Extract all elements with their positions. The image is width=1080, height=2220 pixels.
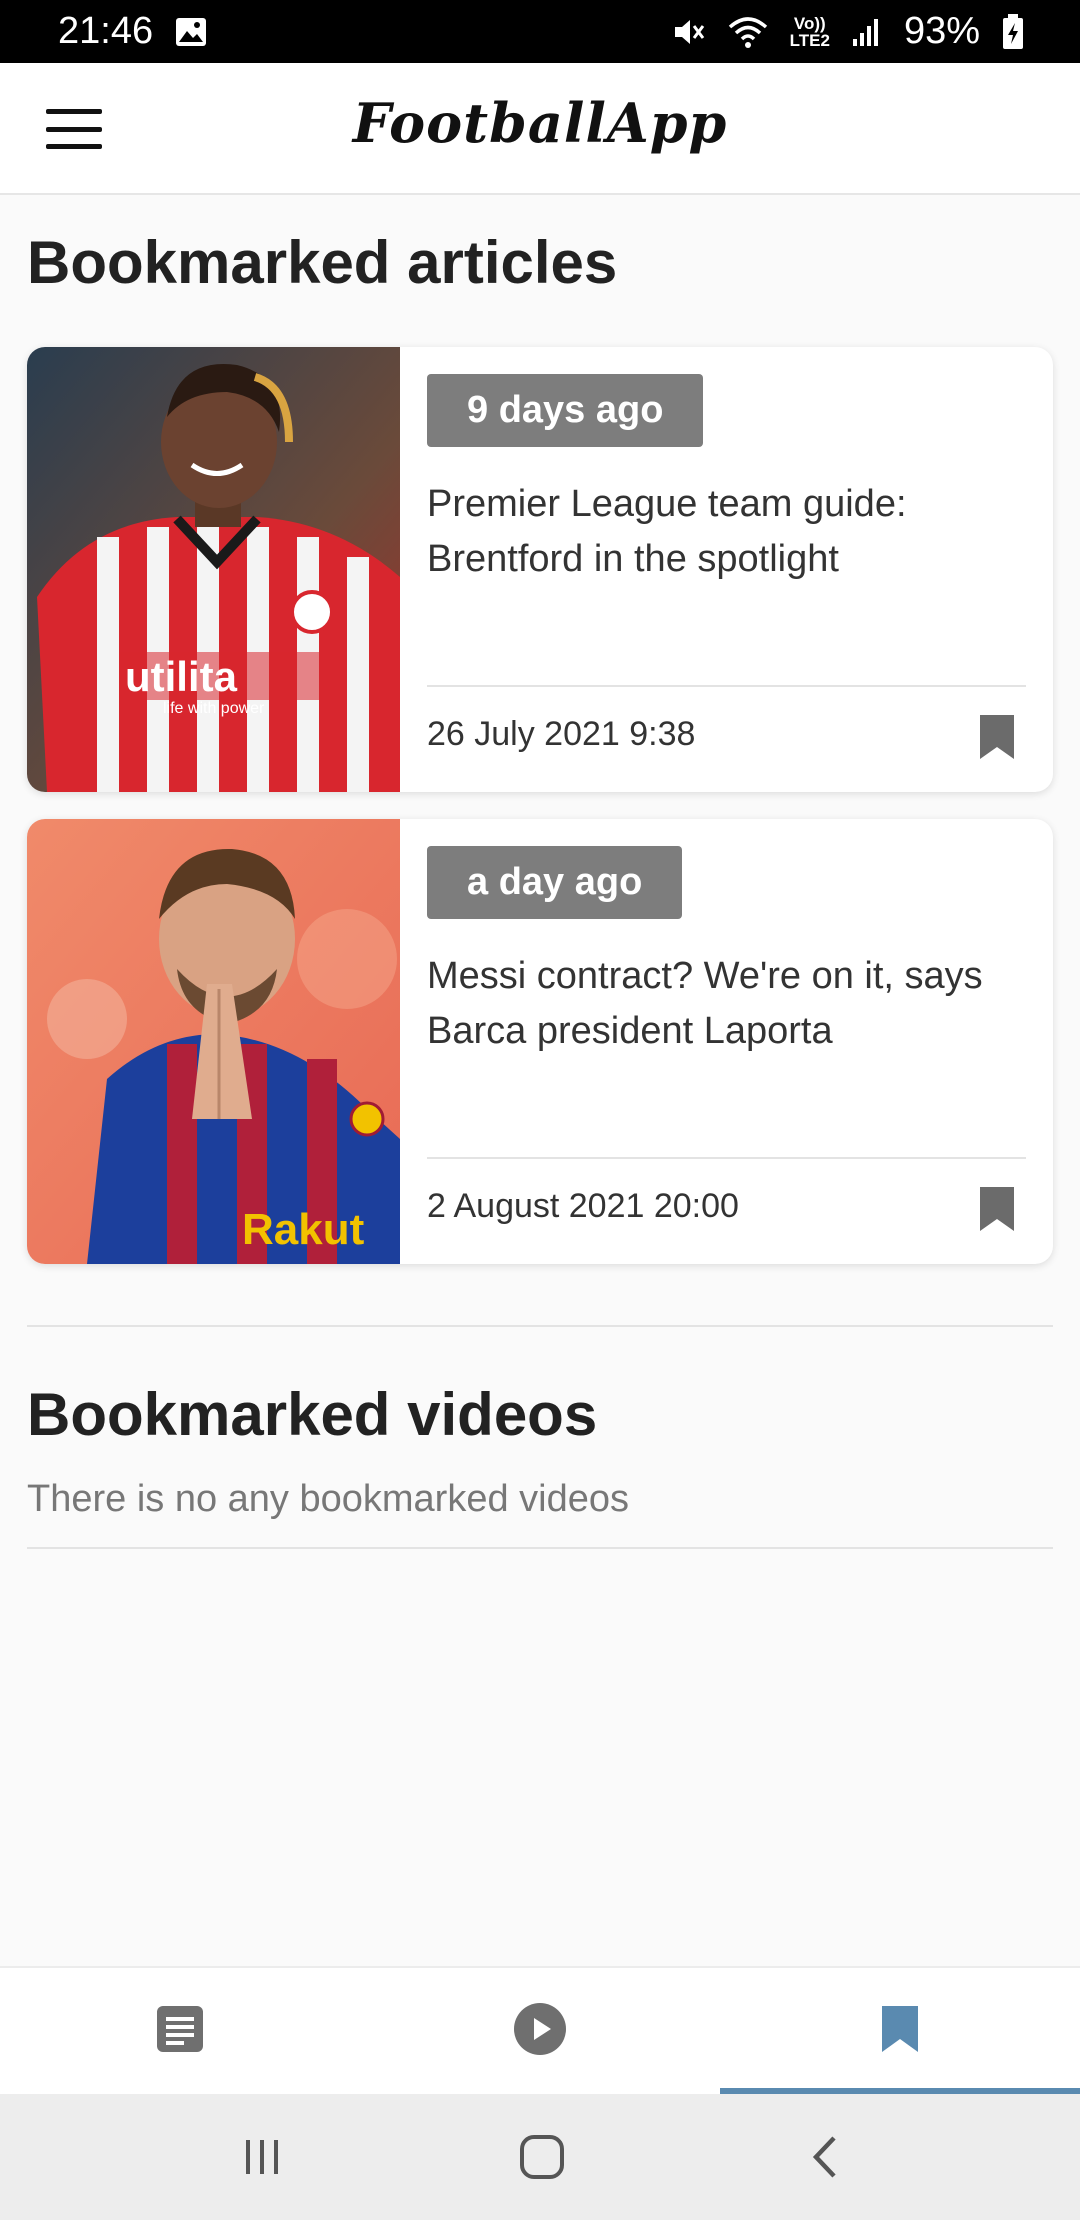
back-icon[interactable] bbox=[785, 2124, 865, 2190]
bookmarked-articles-heading: Bookmarked articles bbox=[27, 229, 618, 296]
network-lte-label: LTE2 bbox=[789, 30, 830, 50]
status-time: 21:46 bbox=[58, 10, 154, 52]
article-title: Messi contract? We're on it, says Barca … bbox=[427, 955, 983, 1052]
article-date: 2 August 2021 20:00 bbox=[427, 1187, 739, 1225]
time-ago-badge: 9 days ago bbox=[427, 374, 704, 447]
card-divider bbox=[427, 685, 1026, 687]
article-thumbnail: Rakut bbox=[27, 819, 400, 1264]
bookmark-icon bbox=[880, 2004, 920, 2059]
shirt-sponsor: Rakut bbox=[242, 1205, 365, 1254]
app-bar: FootballApp bbox=[0, 63, 1080, 195]
shirt-sponsor-tagline: life with power bbox=[163, 700, 265, 717]
time-ago-badge: a day ago bbox=[427, 846, 683, 919]
image-notification-icon bbox=[175, 17, 207, 47]
bookmark-icon[interactable] bbox=[977, 713, 1017, 761]
card-divider bbox=[427, 1157, 1026, 1159]
wifi-icon bbox=[728, 15, 768, 49]
tab-bookmarks[interactable] bbox=[720, 1968, 1080, 2094]
bookmark-icon[interactable] bbox=[977, 1185, 1017, 1233]
article-card[interactable]: Rakut a day ago Messi contract? We're on… bbox=[27, 819, 1053, 1264]
empty-state-text: There is no any bookmarked videos bbox=[27, 1478, 629, 1520]
tab-articles[interactable] bbox=[0, 1968, 360, 2094]
system-navigation-bar bbox=[0, 2094, 1080, 2220]
article-icon bbox=[155, 2004, 205, 2059]
battery-charging-icon bbox=[1002, 13, 1024, 50]
network-volte-label: Vo)) bbox=[793, 13, 826, 33]
app-title: FootballApp bbox=[352, 91, 728, 155]
home-icon[interactable] bbox=[502, 2124, 582, 2190]
shirt-sponsor: utilita bbox=[125, 653, 238, 700]
network-type-indicator: Vo)) LTE2 bbox=[790, 15, 830, 49]
bottom-navigation bbox=[0, 1966, 1080, 2094]
section-divider bbox=[27, 1325, 1053, 1327]
section-divider bbox=[27, 1547, 1053, 1549]
signal-icon bbox=[852, 17, 882, 47]
status-bar: 21:46 Vo)) LTE2 93% bbox=[0, 0, 1080, 63]
article-date: 26 July 2021 9:38 bbox=[427, 715, 696, 753]
play-icon bbox=[513, 2002, 567, 2061]
article-title: Premier League team guide: Brentford in … bbox=[427, 483, 907, 580]
tab-videos[interactable] bbox=[360, 1968, 720, 2094]
battery-percent: 93% bbox=[903, 10, 980, 52]
bookmarked-videos-heading: Bookmarked videos bbox=[27, 1381, 598, 1448]
article-thumbnail: utilita life with power bbox=[27, 347, 400, 792]
article-card[interactable]: utilita life with power 9 days ago Premi… bbox=[27, 347, 1053, 792]
mute-icon bbox=[672, 15, 706, 49]
recent-apps-icon[interactable] bbox=[222, 2124, 302, 2190]
